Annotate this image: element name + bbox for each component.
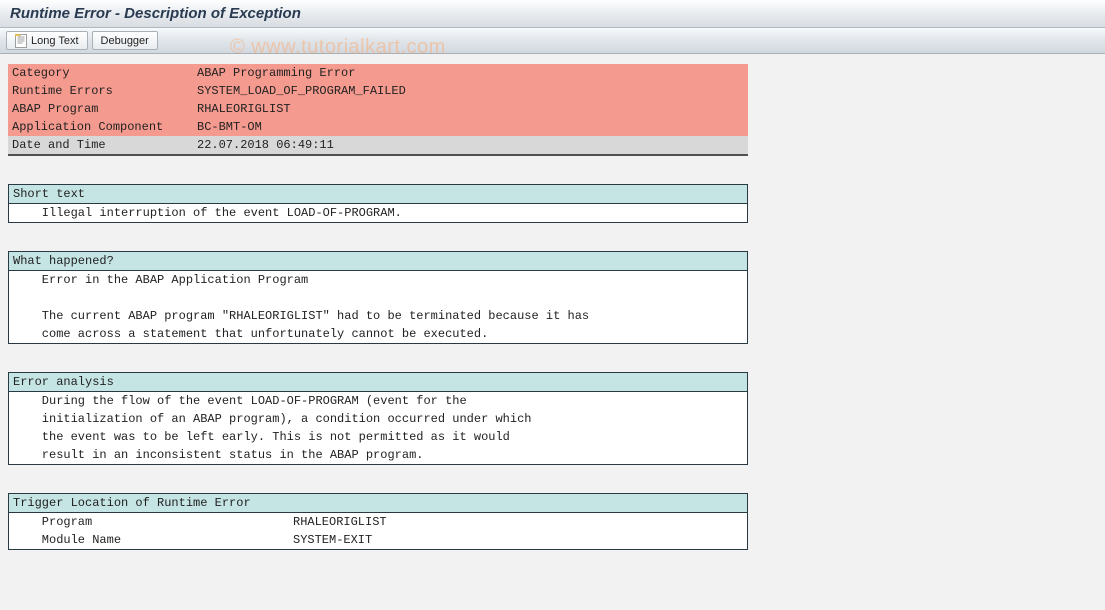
document-icon bbox=[15, 34, 27, 48]
long-text-button[interactable]: Long Text bbox=[6, 31, 88, 50]
section-body: During the flow of the event LOAD-OF-PRO… bbox=[9, 392, 747, 464]
header-row-app-component: Application Component BC-BMT-OM bbox=[8, 118, 748, 136]
error-analysis-section: Error analysis During the flow of the ev… bbox=[8, 372, 748, 465]
what-happened-section: What happened? Error in the ABAP Applica… bbox=[8, 251, 748, 344]
header-value: 22.07.2018 06:49:11 bbox=[193, 136, 748, 154]
section-body: Error in the ABAP Application Program Th… bbox=[9, 271, 747, 343]
body-line: During the flow of the event LOAD-OF-PRO… bbox=[13, 392, 743, 410]
section-header: What happened? bbox=[9, 252, 747, 271]
header-value: SYSTEM_LOAD_OF_PROGRAM_FAILED bbox=[193, 82, 748, 100]
header-row-category: Category ABAP Programming Error bbox=[8, 64, 748, 82]
section-body: Program RHALEORIGLIST Module Name SYSTEM… bbox=[9, 513, 747, 549]
body-line: come across a statement that unfortunate… bbox=[13, 325, 743, 343]
trigger-location-section: Trigger Location of Runtime Error Progra… bbox=[8, 493, 748, 550]
content-area: Category ABAP Programming Error Runtime … bbox=[0, 54, 1105, 560]
header-label: Application Component bbox=[8, 118, 193, 136]
trigger-value: SYSTEM-EXIT bbox=[293, 531, 743, 549]
trigger-row-module: Module Name SYSTEM-EXIT bbox=[13, 531, 743, 549]
header-label: Category bbox=[8, 64, 193, 82]
header-block: Category ABAP Programming Error Runtime … bbox=[8, 64, 748, 156]
page-title: Runtime Error - Description of Exception bbox=[10, 5, 301, 22]
title-bar: Runtime Error - Description of Exception bbox=[0, 0, 1105, 28]
header-row-abap-program: ABAP Program RHALEORIGLIST bbox=[8, 100, 748, 118]
body-line: initialization of an ABAP program), a co… bbox=[13, 410, 743, 428]
debugger-button[interactable]: Debugger bbox=[92, 31, 158, 50]
section-header: Short text bbox=[9, 185, 747, 204]
header-label: ABAP Program bbox=[8, 100, 193, 118]
body-line: result in an inconsistent status in the … bbox=[13, 446, 743, 464]
trigger-label: Module Name bbox=[13, 531, 293, 549]
header-row-date-time: Date and Time 22.07.2018 06:49:11 bbox=[8, 136, 748, 156]
toolbar: Long Text Debugger bbox=[0, 28, 1105, 54]
body-line: the event was to be left early. This is … bbox=[13, 428, 743, 446]
header-value: RHALEORIGLIST bbox=[193, 100, 748, 118]
header-value: ABAP Programming Error bbox=[193, 64, 748, 82]
trigger-label: Program bbox=[13, 513, 293, 531]
trigger-row-program: Program RHALEORIGLIST bbox=[13, 513, 743, 531]
section-body: Illegal interruption of the event LOAD-O… bbox=[9, 204, 747, 222]
header-label: Runtime Errors bbox=[8, 82, 193, 100]
header-row-runtime-errors: Runtime Errors SYSTEM_LOAD_OF_PROGRAM_FA… bbox=[8, 82, 748, 100]
body-line bbox=[13, 289, 743, 307]
section-header: Trigger Location of Runtime Error bbox=[9, 494, 747, 513]
debugger-label: Debugger bbox=[101, 35, 149, 47]
section-header: Error analysis bbox=[9, 373, 747, 392]
header-label: Date and Time bbox=[8, 136, 193, 154]
short-text-section: Short text Illegal interruption of the e… bbox=[8, 184, 748, 223]
body-line: Error in the ABAP Application Program bbox=[13, 271, 743, 289]
body-line: Illegal interruption of the event LOAD-O… bbox=[13, 204, 743, 222]
body-line: The current ABAP program "RHALEORIGLIST"… bbox=[13, 307, 743, 325]
long-text-label: Long Text bbox=[31, 35, 79, 47]
header-value: BC-BMT-OM bbox=[193, 118, 748, 136]
trigger-value: RHALEORIGLIST bbox=[293, 513, 743, 531]
